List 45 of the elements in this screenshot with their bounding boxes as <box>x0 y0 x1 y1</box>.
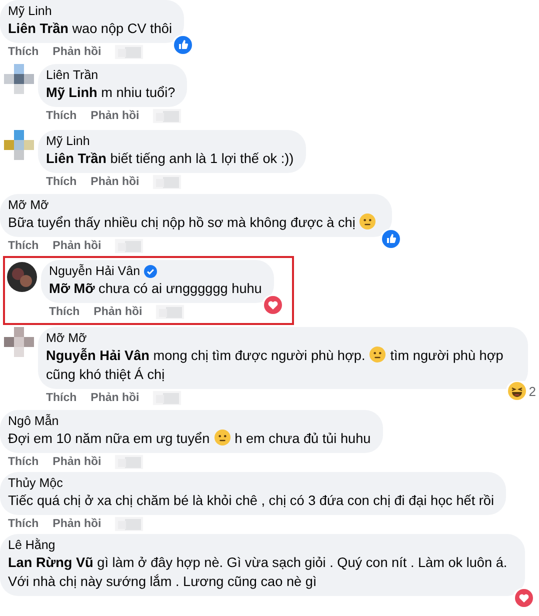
reply-link[interactable]: Phản hồi <box>52 240 102 252</box>
comment-author[interactable]: Thủy Mộc <box>8 476 63 490</box>
comment-text: Nguyễn Hải Vân mong chị tìm được người phù hợp. tìm người phù hợp cũng khó thiệt Á chị <box>46 346 504 384</box>
comment-author[interactable]: Lê Hằng <box>8 538 56 552</box>
reply-link[interactable]: Phản hồi <box>90 176 140 188</box>
comment-text: Mỡ Mỡ chưa có ai ưngggggg huhu <box>49 280 262 298</box>
comment-author[interactable]: Mỹ Linh <box>46 134 90 148</box>
reply-link[interactable]: Phản hồi <box>52 518 102 530</box>
reaction-count[interactable]: 2 <box>506 381 538 401</box>
reply-link[interactable]: Phản hồi <box>90 392 140 404</box>
like-icon <box>174 36 192 54</box>
comment-author[interactable]: Mỡ Mỡ <box>46 331 87 345</box>
like-link[interactable]: Thích <box>8 240 39 252</box>
comment-text: Mỹ Linh m nhiu tuổi? <box>46 84 176 102</box>
comment-text: Liên Trần wao nộp CV thôi <box>8 20 172 38</box>
comment-author[interactable]: Liên Trần <box>46 68 98 82</box>
comment-author[interactable]: Mỡ Mỡ <box>8 198 49 212</box>
smiley-icon <box>214 429 231 446</box>
like-link[interactable]: Thích <box>8 456 39 468</box>
comment-text: Đợi em 10 năm nữa em ưg tuyển h em chưa đủ tủi huhu <box>8 429 371 448</box>
reaction-count[interactable] <box>262 295 284 315</box>
reply-link[interactable]: Phản hồi <box>52 46 102 58</box>
like-icon <box>382 230 400 248</box>
laughing-icon <box>508 382 526 400</box>
comment-text: Bữa tuyển thấy nhiều chị nộp hồ sơ mà không được à chị <box>8 213 380 232</box>
comment-author[interactable]: Nguyễn Hải Vân <box>49 264 140 278</box>
reaction-count[interactable] <box>172 35 194 55</box>
smiley-icon <box>359 213 376 230</box>
smiley-icon <box>369 346 386 363</box>
comment-text: Liên Trần biết tiếng anh là 1 lợi thế ok :)) <box>46 150 294 168</box>
reply-link[interactable]: Phản hồi <box>94 306 142 318</box>
comment-text: Lan Rừng Vũ gì làm ở đây hợp nè. Gì vừa sạch giỏi . Quý con nít . Làm ok luôn á. Với nhà chị này sướng lắm . Lương cũng cao nè gì <box>8 554 508 591</box>
reply-link[interactable]: Phản hồi <box>52 456 102 468</box>
reply-link[interactable]: Phản hồi <box>90 110 140 122</box>
like-link[interactable]: Thích <box>49 306 80 318</box>
like-link[interactable]: Thích <box>46 110 77 122</box>
reaction-count[interactable] <box>513 588 535 608</box>
like-link[interactable]: Thích <box>46 392 77 404</box>
comment-author[interactable]: Ngô Mẫn <box>8 414 59 428</box>
comment-author[interactable]: Mỹ Linh <box>8 4 52 18</box>
like-link[interactable]: Thích <box>8 518 39 530</box>
like-link[interactable]: Thích <box>46 176 77 188</box>
reaction-count[interactable] <box>380 229 402 249</box>
comment-text: Tiếc quá chị ở xa chị chăm bé là khỏi chê , chị có 3 đứa con chị đi đại học hết rồi <box>8 492 494 510</box>
like-link[interactable]: Thích <box>8 46 39 58</box>
